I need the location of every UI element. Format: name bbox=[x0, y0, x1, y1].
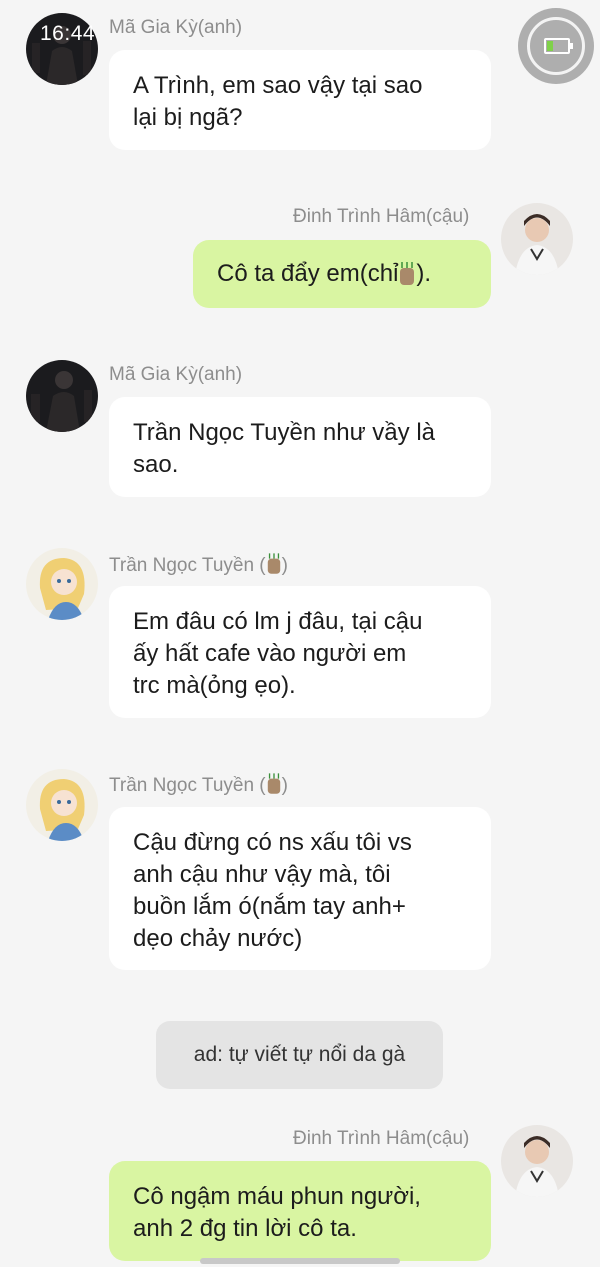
message-text: trc mà(ỏng ẹo). bbox=[133, 672, 296, 699]
avatar[interactable] bbox=[501, 203, 573, 275]
message-text: ). bbox=[416, 260, 432, 287]
sender-name: Đinh Trình Hâm(cậu) bbox=[293, 206, 470, 227]
avatar[interactable] bbox=[26, 548, 98, 620]
avatar[interactable] bbox=[26, 360, 98, 432]
home-indicator[interactable] bbox=[200, 1258, 400, 1264]
avatar[interactable] bbox=[26, 769, 98, 841]
status-time: 16:44 bbox=[40, 22, 96, 45]
message-bubble[interactable]: Cô ta đẩy em(chỉ). bbox=[193, 240, 491, 308]
coffee-cup-emoji bbox=[398, 262, 416, 286]
message-bubble[interactable]: Em đâu có lm j đâu, tại cậu ấy hất cafe … bbox=[109, 586, 491, 718]
message-text: Em đâu có lm j đâu, tại cậu bbox=[133, 608, 423, 635]
message-text: lại bị ngã? bbox=[133, 104, 243, 131]
coffee-cup-emoji bbox=[266, 553, 282, 575]
message-text: Trần Ngọc Tuyền như vầy là bbox=[133, 419, 435, 446]
sender-name: Mã Gia Kỳ(anh) bbox=[109, 17, 243, 38]
avatar[interactable] bbox=[501, 1125, 573, 1197]
message-text: Cô ngậm máu phun người, bbox=[133, 1183, 421, 1210]
sender-name: Đinh Trình Hâm(cậu) bbox=[293, 1128, 470, 1149]
message-bubble[interactable]: Cậu đừng có ns xấu tôi vs anh cậu như vậ… bbox=[109, 807, 491, 970]
message-text: anh cậu như vậy mà, tôi bbox=[133, 861, 391, 888]
message-bubble[interactable]: Trần Ngọc Tuyền như vầy là sao. bbox=[109, 397, 491, 497]
message-text: anh 2 đg tin lời cô ta. bbox=[133, 1215, 357, 1242]
narrator-note-text: ad: tự viết tự nổi da gà bbox=[193, 1043, 406, 1066]
narrator-note: ad: tự viết tự nổi da gà bbox=[156, 1021, 443, 1089]
message-text: Cô ta đẩy em(chỉ bbox=[217, 260, 399, 287]
sender-name: Mã Gia Kỳ(anh) bbox=[109, 364, 243, 385]
message-text: Cậu đừng có ns xấu tôi vs bbox=[133, 829, 412, 856]
message-text: ấy hất cafe vào người em bbox=[133, 640, 407, 667]
battery-icon bbox=[544, 38, 573, 54]
message-text: A Trình, em sao vậy tại sao bbox=[133, 72, 423, 99]
coffee-cup-emoji bbox=[266, 773, 282, 795]
sender-name: Trần Ngọc Tuyền () bbox=[109, 773, 288, 796]
message-text: buồn lắm ó(nắm tay anh+ bbox=[133, 893, 406, 920]
message-bubble[interactable]: Cô ngậm máu phun người, anh 2 đg tin lời… bbox=[109, 1161, 491, 1261]
message-text: sao. bbox=[133, 451, 179, 478]
message-text: dẹo chảy nước) bbox=[133, 925, 303, 952]
message-bubble[interactable]: A Trình, em sao vậy tại sao lại bị ngã? bbox=[109, 50, 491, 150]
floating-assistive-button[interactable] bbox=[518, 8, 594, 84]
sender-name: Trần Ngọc Tuyền () bbox=[109, 553, 288, 576]
